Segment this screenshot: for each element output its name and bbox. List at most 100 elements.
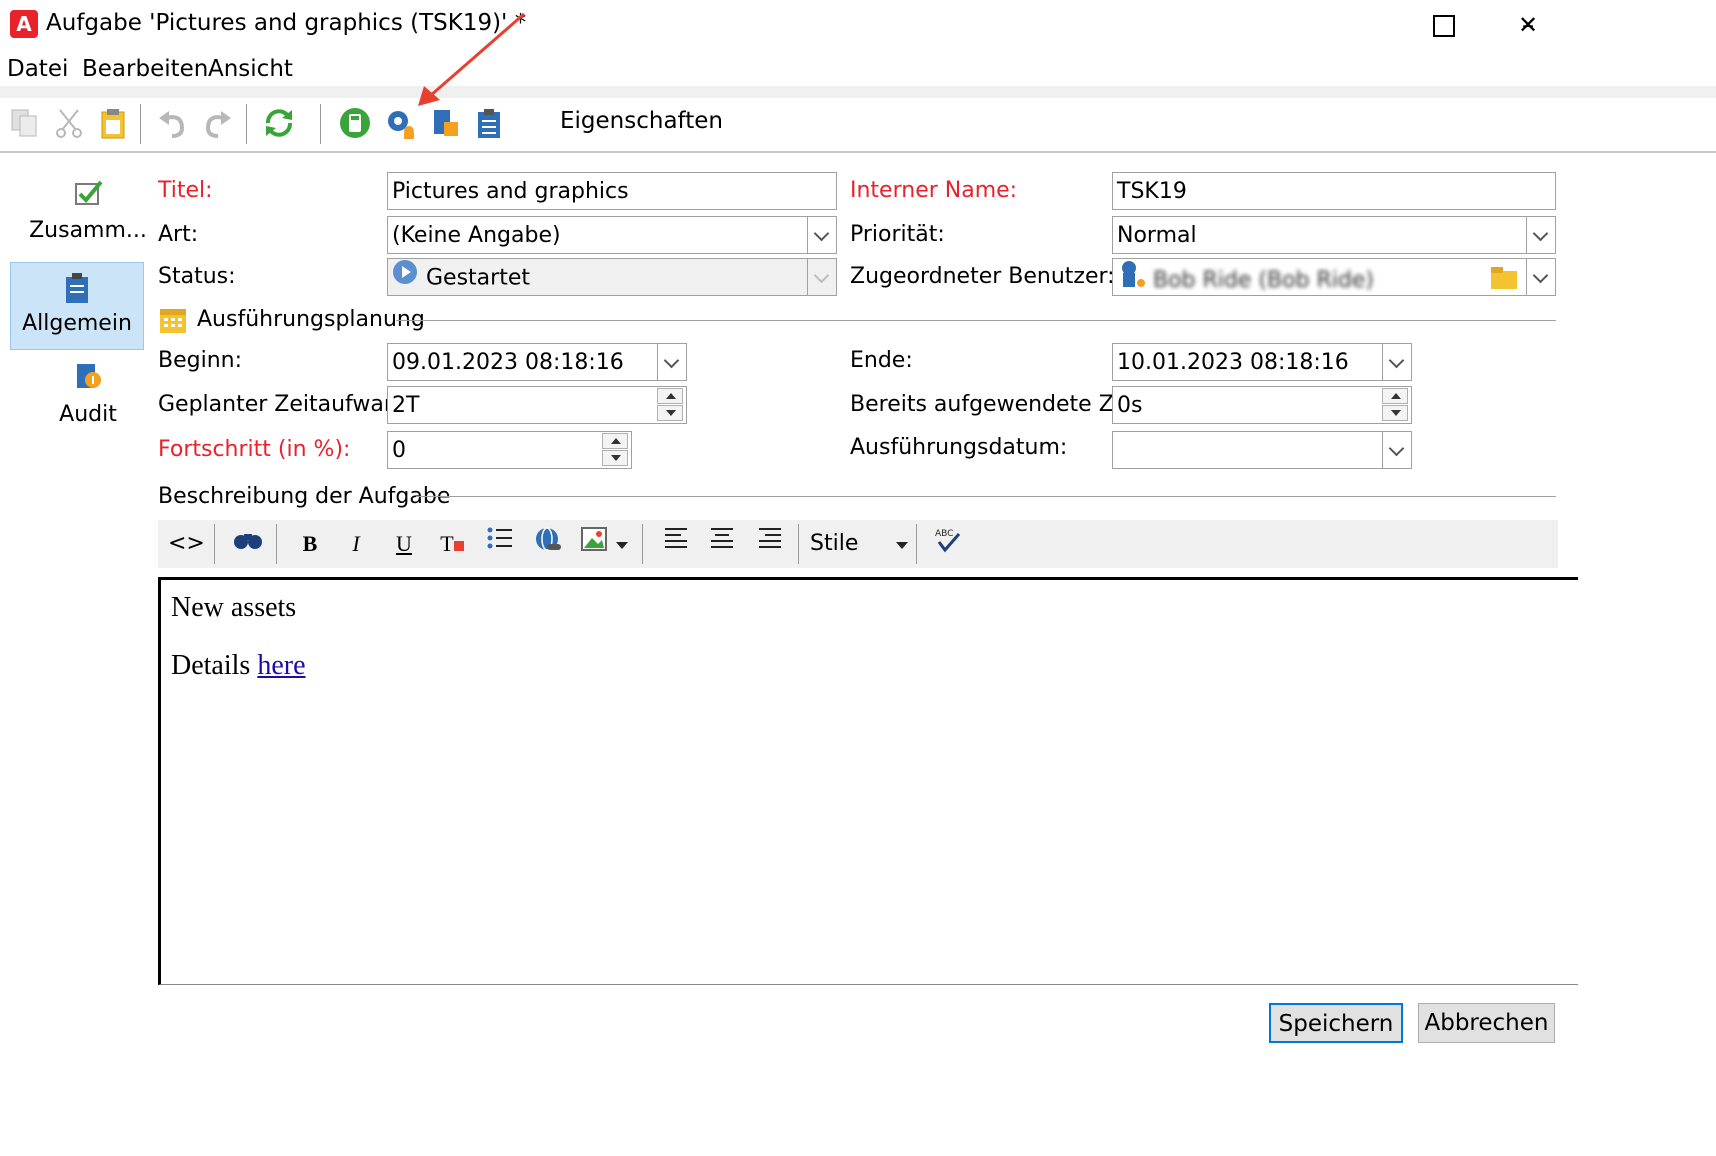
progress-label: Fortschritt (in %): <box>158 437 351 462</box>
properties-button-label[interactable]: Eigenschaften <box>560 108 723 134</box>
sidebar-item-label: Allgemein <box>22 311 132 336</box>
chevron-down-icon[interactable] <box>1526 217 1555 253</box>
spellcheck-icon[interactable]: ABC <box>930 526 966 562</box>
window-title: Aufgabe 'Pictures and graphics (TSK19)' … <box>46 10 527 36</box>
sidebar-item-summary[interactable]: Zusamm... <box>10 178 166 248</box>
chevron-down-icon[interactable] <box>1526 259 1555 295</box>
style-select-label: Stile <box>810 531 859 556</box>
priority-label: Priorität: <box>850 222 945 247</box>
folder-icon[interactable] <box>1489 263 1519 291</box>
sidebar-item-general[interactable]: Allgemein <box>10 262 144 350</box>
end-date-input[interactable]: 10.01.2023 08:18:16 <box>1112 343 1412 381</box>
bold-icon[interactable]: B <box>292 526 328 562</box>
title-input[interactable]: Pictures and graphics <box>387 172 837 210</box>
sidebar-item-audit[interactable]: Audit <box>10 358 166 428</box>
editor-toolbar: <> B I U T Stile ABC <box>158 520 1558 568</box>
main-toolbar: Eigenschaften <box>0 98 1716 150</box>
app-logo-icon: A <box>10 10 38 38</box>
image-dropdown-icon[interactable] <box>610 526 634 562</box>
close-button[interactable]: ✕ <box>1508 8 1548 42</box>
checkbox-icon <box>73 180 103 214</box>
description-line-2: Details here <box>171 650 1568 682</box>
user-icon <box>1117 259 1147 295</box>
cancel-button[interactable]: Abbrechen <box>1418 1003 1555 1043</box>
audit-icon <box>73 364 103 398</box>
text-color-icon[interactable]: T <box>434 526 470 562</box>
status-select[interactable]: Gestartet <box>387 258 837 296</box>
start-label: Beginn: <box>158 348 243 373</box>
spent-time-value: 0s <box>1117 393 1143 418</box>
chevron-down-icon[interactable] <box>1382 344 1411 380</box>
bullet-list-icon[interactable] <box>482 526 518 562</box>
menu-bearbeiten[interactable]: Bearbeiten <box>82 56 208 82</box>
svg-text:ABC: ABC <box>935 529 953 539</box>
planned-effort-input[interactable]: 2T <box>387 386 687 424</box>
redo-icon[interactable] <box>200 106 234 140</box>
internal-name-input[interactable]: TSK19 <box>1112 172 1556 210</box>
paste-icon[interactable] <box>96 106 130 140</box>
style-select[interactable]: Stile <box>810 526 910 562</box>
settings-user-icon[interactable] <box>384 106 418 140</box>
spent-time-input[interactable]: 0s <box>1112 386 1412 424</box>
progress-input[interactable]: 0 <box>387 431 632 469</box>
save-button[interactable]: Speichern <box>1269 1003 1403 1043</box>
toolbar-strip <box>0 86 1716 98</box>
sidebar-item-label: Audit <box>59 402 117 427</box>
planned-effort-label: Geplanter Zeitaufwand: <box>158 392 420 417</box>
assigned-user-label: Zugeordneter Benutzer: <box>850 264 1115 289</box>
description-details-text: Details <box>171 650 258 681</box>
source-code-icon[interactable]: <> <box>168 526 205 562</box>
execution-date-label: Ausführungsdatum: <box>850 435 1068 460</box>
properties-icon[interactable] <box>472 106 506 140</box>
menu-datei[interactable]: Datei <box>7 56 68 82</box>
description-link[interactable]: here <box>257 650 305 681</box>
calculator-icon[interactable] <box>338 106 372 140</box>
assigned-user-select[interactable]: Bob Ride (Bob Ride) <box>1112 258 1556 296</box>
chevron-down-icon[interactable] <box>1382 432 1411 468</box>
description-line-1: New assets <box>171 592 297 623</box>
priority-value: Normal <box>1117 223 1197 248</box>
align-left-icon[interactable] <box>658 526 694 562</box>
copy-icon[interactable] <box>8 106 42 140</box>
link-globe-icon[interactable] <box>530 526 566 562</box>
align-right-icon[interactable] <box>752 526 788 562</box>
section-divider <box>396 320 1556 321</box>
chevron-down-icon <box>807 259 836 295</box>
type-select[interactable]: (Keine Angabe) <box>387 216 837 254</box>
start-date-value: 09.01.2023 08:18:16 <box>392 350 624 375</box>
undo-icon[interactable] <box>156 106 190 140</box>
italic-icon[interactable]: I <box>338 526 374 562</box>
maximize-button[interactable] <box>1424 8 1464 42</box>
progress-value: 0 <box>392 438 406 463</box>
chevron-down-icon[interactable] <box>657 344 686 380</box>
execution-date-input[interactable] <box>1112 431 1412 469</box>
planned-effort-value: 2T <box>392 393 420 418</box>
start-date-input[interactable]: 09.01.2023 08:18:16 <box>387 343 687 381</box>
spent-time-label: Bereits aufgewendete Zeit: <box>850 392 1150 417</box>
section-divider <box>416 496 1556 497</box>
planning-section-title: Ausführungsplanung <box>197 307 425 332</box>
type-value: (Keine Angabe) <box>392 223 561 248</box>
end-label: Ende: <box>850 348 913 373</box>
internal-name-label: Interner Name: <box>850 178 1018 203</box>
document-tag-icon[interactable] <box>428 106 462 140</box>
title-label: Titel: <box>158 178 213 203</box>
align-center-icon[interactable] <box>704 526 740 562</box>
find-binoculars-icon[interactable] <box>230 526 266 562</box>
status-value: Gestartet <box>426 265 530 291</box>
refresh-icon[interactable] <box>262 106 296 140</box>
spent-time-stepper[interactable] <box>1382 388 1410 422</box>
effort-stepper[interactable] <box>657 388 685 422</box>
type-label: Art: <box>158 222 199 247</box>
underline-icon[interactable]: U <box>386 526 422 562</box>
cut-icon[interactable] <box>52 106 86 140</box>
play-icon <box>392 259 418 295</box>
priority-select[interactable]: Normal <box>1112 216 1556 254</box>
description-section-title: Beschreibung der Aufgabe <box>158 484 451 509</box>
menu-ansicht[interactable]: Ansicht <box>208 56 293 82</box>
progress-stepper[interactable] <box>602 433 630 467</box>
status-label: Status: <box>158 264 236 289</box>
description-editor[interactable]: New assets Details here <box>158 577 1578 985</box>
chevron-down-icon[interactable] <box>807 217 836 253</box>
image-icon[interactable] <box>576 526 612 562</box>
